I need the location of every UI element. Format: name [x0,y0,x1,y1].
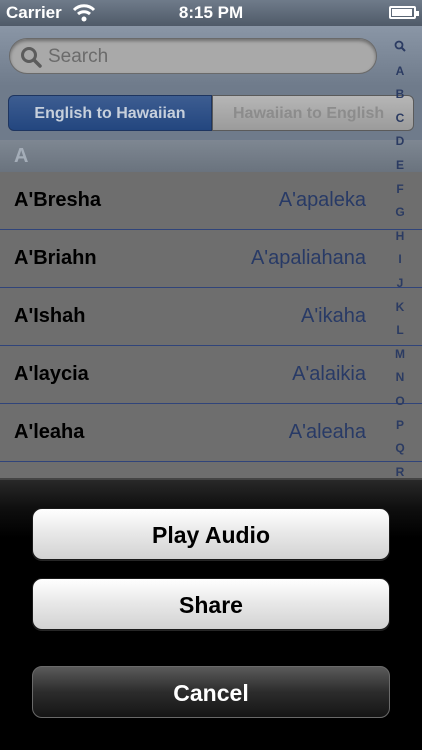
index-letter[interactable]: N [392,370,408,394]
status-bar: Carrier 8:15 PM [0,0,422,26]
segment-hawaiian-to-english[interactable]: Hawaiian to English [212,95,414,131]
index-letter[interactable]: K [392,300,408,324]
battery-icon [389,6,419,19]
index-letter[interactable]: G [392,205,408,229]
hawaiian-name: A'alaikia [292,363,366,385]
index-letter[interactable]: D [392,134,408,158]
index-letter[interactable]: H [392,229,408,253]
play-audio-button[interactable]: Play Audio [32,508,390,560]
share-button[interactable]: Share [32,578,390,630]
list-item[interactable]: A'Bresha A'apaleka [0,172,422,230]
index-letter[interactable]: Q [392,441,408,465]
section-index[interactable]: A B C D E F G H I J K L M N O P Q R [392,40,408,478]
index-letter[interactable]: R [392,465,408,478]
hawaiian-name: A'ikaha [301,305,366,327]
status-time: 8:15 PM [178,3,244,22]
search-bar: Search [0,26,422,86]
cancel-button[interactable]: Cancel [32,666,390,718]
index-letter[interactable]: O [392,394,408,418]
index-letter[interactable]: J [392,276,408,300]
hawaiian-name: A'aleaha [288,421,366,443]
list-item[interactable]: A'laycia A'alaikia [0,346,422,404]
index-letter[interactable]: E [392,158,408,182]
english-name: A'laycia [14,363,89,385]
english-name: A'leaha [14,421,85,443]
direction-segmented-control: English to Hawaiian Hawaiian to English [0,86,422,140]
list-item[interactable]: A'Ishah A'ikaha [0,288,422,346]
index-letter[interactable]: C [392,111,408,135]
english-name: A'Briahn [14,247,97,269]
english-name: A'Bresha [14,189,102,211]
index-letter[interactable]: P [392,418,408,442]
index-letter[interactable]: L [392,323,408,347]
index-letter[interactable]: B [392,87,408,111]
app-content: Search English to Hawaiian Hawaiian to E… [0,26,422,478]
index-letter[interactable]: A [392,64,408,88]
index-letter[interactable]: I [392,252,408,276]
search-placeholder: Search [48,46,109,67]
hawaiian-name: A'apaliahana [250,247,366,269]
list-item[interactable]: A'Briahn A'apaliahana [0,230,422,288]
segment-english-to-hawaiian[interactable]: English to Hawaiian [8,95,212,131]
index-letter[interactable]: M [392,347,408,371]
index-search-icon[interactable] [392,40,408,64]
english-name: A'Ishah [14,305,86,327]
action-sheet: Play Audio Share Cancel [0,478,422,750]
search-icon [21,47,42,68]
list-item[interactable]: A'leaha A'aleaha [0,404,422,462]
hawaiian-name: A'apaleka [278,189,366,211]
name-list: A'Bresha A'apaleka A'Briahn A'apaliahana… [0,172,422,462]
section-header: A [0,140,422,172]
search-input[interactable]: Search [9,38,377,74]
index-letter[interactable]: F [392,182,408,206]
